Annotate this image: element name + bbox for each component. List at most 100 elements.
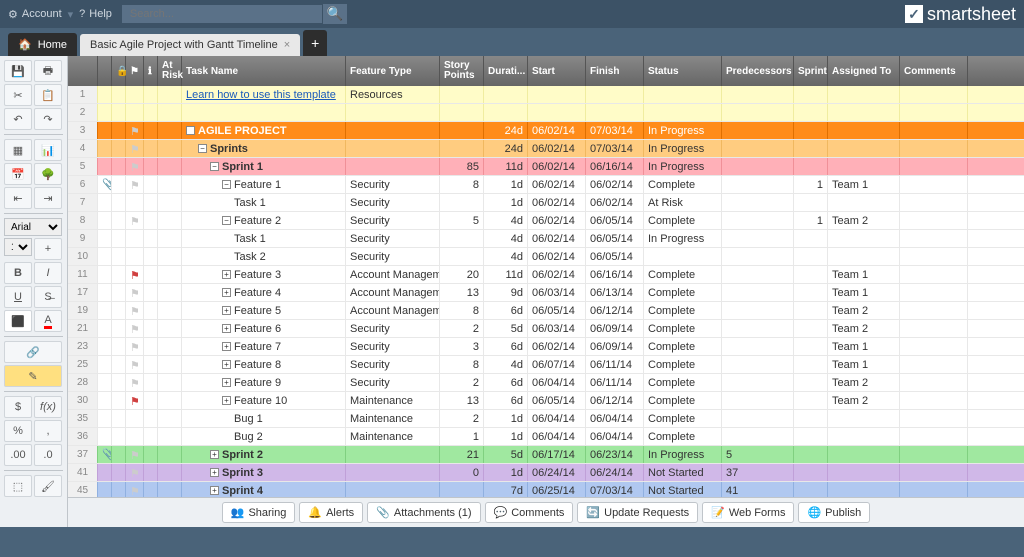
link-button[interactable]: 🔗	[4, 341, 62, 363]
table-row[interactable]: 30+Feature 10Maintenance136d06/05/1406/1…	[68, 392, 1024, 410]
expand-icon[interactable]: −	[222, 216, 231, 225]
expand-icon[interactable]: +	[222, 306, 231, 315]
attachments-button[interactable]: 📎Attachments (1)	[367, 502, 480, 523]
table-row[interactable]: 36Bug 2Maintenance11d06/04/1406/04/14Com…	[68, 428, 1024, 446]
update-requests-button[interactable]: 🔄Update Requests	[577, 502, 698, 523]
table-row[interactable]: 4−Sprints24d06/02/1407/03/14In Progress	[68, 140, 1024, 158]
table-row[interactable]: 9Task 1Security4d06/02/1406/05/14In Prog…	[68, 230, 1024, 248]
task-name-cell[interactable]: +Feature 6	[182, 320, 346, 337]
table-row[interactable]: 7Task 1Security1d06/02/1406/02/14At Risk	[68, 194, 1024, 212]
col-comments[interactable]: Comments	[900, 56, 968, 86]
gantt-view-button[interactable]: 📊	[34, 139, 62, 161]
flag-icon[interactable]	[130, 359, 140, 371]
table-row[interactable]: 37📎+Sprint 2215d06/17/1406/23/14In Progr…	[68, 446, 1024, 464]
cut-button[interactable]: ✂	[4, 84, 32, 106]
print-button[interactable]: 🖶	[34, 60, 62, 82]
table-row[interactable]: 17+Feature 4Account Managemen139d06/03/1…	[68, 284, 1024, 302]
grid-view-button[interactable]: ▦	[4, 139, 32, 161]
expand-icon[interactable]: +	[222, 342, 231, 351]
gear-icon[interactable]: ⚙	[8, 8, 18, 21]
paste-button[interactable]: 📋	[34, 84, 62, 106]
task-name-cell[interactable]: −Feature 2	[182, 212, 346, 229]
outdent-button[interactable]: ⇤	[4, 187, 32, 209]
expand-icon[interactable]: +	[222, 324, 231, 333]
table-row[interactable]: 8−Feature 2Security54d06/02/1406/05/14Co…	[68, 212, 1024, 230]
task-name-cell[interactable]: −AGILE PROJECT	[182, 122, 346, 139]
flag-icon[interactable]	[130, 485, 140, 497]
task-name-cell[interactable]: +Feature 7	[182, 338, 346, 355]
expand-icon[interactable]: +	[222, 288, 231, 297]
flag-icon[interactable]	[130, 287, 140, 299]
expand-icon[interactable]: −	[186, 126, 195, 135]
table-row[interactable]: 23+Feature 7Security36d06/02/1406/09/14C…	[68, 338, 1024, 356]
flag-icon[interactable]	[130, 125, 140, 137]
template-link[interactable]: Learn how to use this template	[186, 89, 336, 101]
expand-icon[interactable]: −	[198, 144, 207, 153]
bgcolor-button[interactable]: ⬛	[4, 310, 32, 332]
home-tab[interactable]: 🏠 Home	[8, 33, 77, 56]
bold-button[interactable]: B	[4, 262, 32, 284]
format-button[interactable]: ⬚	[4, 475, 32, 497]
font-select[interactable]: Arial	[4, 218, 62, 236]
formula-button[interactable]: f(x)	[34, 396, 62, 418]
col-start[interactable]: Start	[528, 56, 586, 86]
expand-icon[interactable]: +	[222, 378, 231, 387]
flag-icon[interactable]	[130, 467, 140, 479]
search-input[interactable]	[122, 5, 322, 23]
table-row[interactable]: 45+Sprint 47d06/25/1407/03/14Not Started…	[68, 482, 1024, 497]
redo-button[interactable]: ↷	[34, 108, 62, 130]
task-name-cell[interactable]: Task 1	[182, 230, 346, 247]
task-name-cell[interactable]: Bug 2	[182, 428, 346, 445]
task-name-cell[interactable]: +Feature 9	[182, 374, 346, 391]
table-row[interactable]: 10Task 2Security4d06/02/1406/05/14	[68, 248, 1024, 266]
task-name-cell[interactable]: +Feature 4	[182, 284, 346, 301]
task-name-cell[interactable]: Learn how to use this template	[182, 86, 346, 103]
strike-button[interactable]: S̶	[34, 286, 62, 308]
flag-icon[interactable]	[130, 269, 140, 281]
col-feature-type[interactable]: Feature Type	[346, 56, 440, 86]
hierarchy-button[interactable]: 🌳	[34, 163, 62, 185]
add-tab-button[interactable]: +	[303, 30, 327, 56]
flag-icon[interactable]	[130, 377, 140, 389]
col-task-name[interactable]: Task Name	[182, 56, 346, 86]
expand-icon[interactable]: −	[210, 162, 219, 171]
close-icon[interactable]: ×	[284, 39, 290, 51]
calendar-view-button[interactable]: 📅	[4, 163, 32, 185]
web-forms-button[interactable]: 📝Web Forms	[702, 502, 794, 523]
table-row[interactable]: 28+Feature 9Security26d06/04/1406/11/14C…	[68, 374, 1024, 392]
col-at-risk[interactable]: At Risk	[158, 56, 182, 86]
percent-button[interactable]: %	[4, 420, 32, 442]
table-row[interactable]: 21+Feature 6Security25d06/03/1406/09/14C…	[68, 320, 1024, 338]
flag-icon[interactable]	[130, 143, 140, 155]
highlight-button[interactable]: ✎	[4, 365, 62, 387]
task-name-cell[interactable]: +Sprint 4	[182, 482, 346, 497]
undo-button[interactable]: ↶	[4, 108, 32, 130]
sharing-button[interactable]: 👥Sharing	[222, 502, 296, 523]
task-name-cell[interactable]: −Sprints	[182, 140, 346, 157]
col-finish[interactable]: Finish	[586, 56, 644, 86]
table-row[interactable]: 6📎−Feature 1Security81d06/02/1406/02/14C…	[68, 176, 1024, 194]
expand-icon[interactable]: +	[210, 450, 219, 459]
table-row[interactable]: 19+Feature 5Account Managemen86d06/05/14…	[68, 302, 1024, 320]
search-button[interactable]: 🔍	[323, 4, 347, 24]
alerts-button[interactable]: 🔔Alerts	[299, 502, 363, 523]
brush-button[interactable]: 🖌	[34, 475, 62, 497]
dec-decrease-button[interactable]: .0	[34, 444, 62, 466]
table-row[interactable]: 35Bug 1Maintenance21d06/04/1406/04/14Com…	[68, 410, 1024, 428]
flag-icon[interactable]	[130, 305, 140, 317]
help-link[interactable]: Help	[89, 8, 112, 20]
fontsize-increase[interactable]: +	[34, 238, 62, 260]
col-predecessors[interactable]: Predecessors	[722, 56, 794, 86]
table-row[interactable]: 2	[68, 104, 1024, 122]
flag-icon[interactable]	[130, 215, 140, 227]
indent-button[interactable]: ⇥	[34, 187, 62, 209]
publish-button[interactable]: 🌐Publish	[798, 502, 870, 523]
expand-icon[interactable]: +	[222, 360, 231, 369]
task-name-cell[interactable]: +Feature 5	[182, 302, 346, 319]
save-button[interactable]: 💾	[4, 60, 32, 82]
task-name-cell[interactable]: Task 2	[182, 248, 346, 265]
task-name-cell[interactable]: +Feature 3	[182, 266, 346, 283]
grid-body[interactable]: 1Learn how to use this templateResources…	[68, 86, 1024, 497]
expand-icon[interactable]: +	[222, 396, 231, 405]
table-row[interactable]: 1Learn how to use this templateResources	[68, 86, 1024, 104]
